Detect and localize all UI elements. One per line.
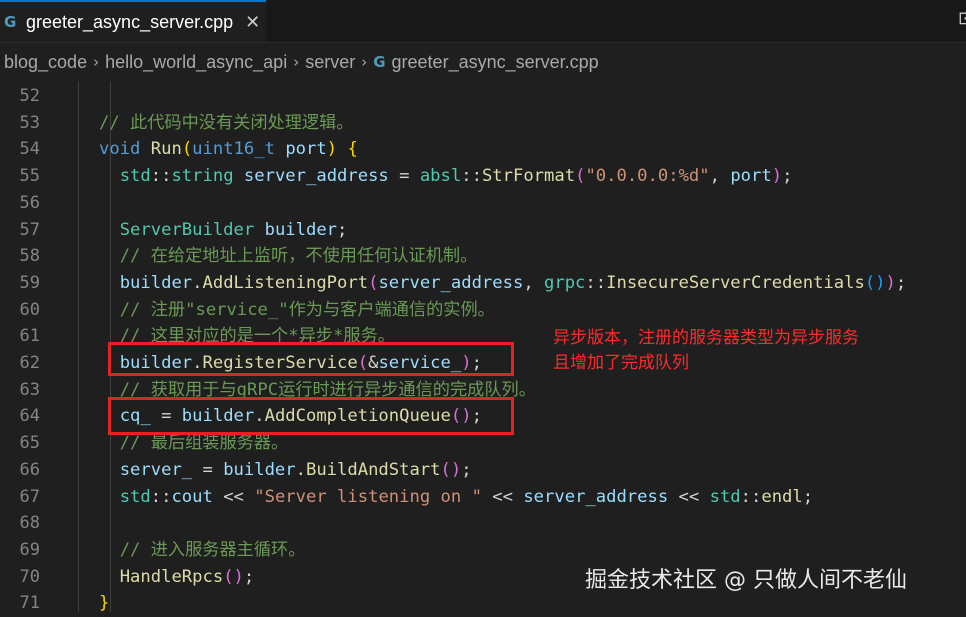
line-number: 55 [19,166,40,187]
line-number: 61 [19,326,40,347]
chevron-right-icon: › [361,53,368,71]
code-text: std::string server_address = absl::StrFo… [119,166,793,187]
tab-title: greeter_async_server.cpp [26,11,234,32]
code-line[interactable]: 71} [0,590,966,617]
code-line[interactable]: 69 // 进入服务器主循环。 [0,537,966,564]
code-text: server_ = builder.BuildAndStart(); [119,459,472,480]
line-number: 59 [19,272,40,293]
annotation-line: 异步版本，注册的服务器类型为异步服务 [553,328,859,348]
cpp-file-icon: G [373,53,386,71]
code-text: // 在给定地址上监听，不使用任何认证机制。 [119,246,478,267]
breadcrumb-item[interactable]: server [305,52,355,73]
code-line[interactable]: 58 // 在给定地址上监听，不使用任何认证机制。 [0,243,966,270]
line-number: 67 [19,486,40,507]
annotation-note: 异步版本，注册的服务器类型为异步服务 且增加了完成队列 [553,326,859,376]
chevron-right-icon: › [93,53,100,71]
breadcrumb-item[interactable]: greeter_async_server.cpp [392,52,599,73]
code-line[interactable]: 57 ServerBuilder builder; [0,217,966,244]
highlight-box-register-service [108,342,514,376]
line-number: 66 [19,459,40,480]
code-line[interactable]: 68 [0,510,966,537]
code-text: // 进入服务器主循环。 [119,539,306,560]
breadcrumb-item[interactable]: blog_code [4,52,87,73]
line-number: 71 [19,593,40,614]
chevron-right-icon: › [293,53,300,71]
tab-bar: G greeter_async_server.cpp ✕ ⊡ [0,0,966,43]
code-line[interactable]: 53 // 此代码中没有关闭处理逻辑。 [0,110,966,137]
line-number: 64 [19,406,40,427]
code-text: builder.AddListeningPort(server_address,… [119,272,907,293]
code-line[interactable]: 59 builder.AddListeningPort(server_addre… [0,270,966,297]
code-text: // 注册"service_"作为与客户端通信的实例。 [119,299,495,320]
code-text: } [99,593,110,614]
code-line[interactable]: 56 [0,190,966,217]
line-number: 70 [19,566,40,587]
line-number: 52 [19,86,40,106]
close-icon[interactable]: ✕ [245,12,260,33]
line-number: 69 [19,539,40,560]
annotation-line: 且增加了完成队列 [553,353,689,373]
line-number: 63 [19,379,40,400]
code-text: ServerBuilder builder; [119,219,348,240]
code-line[interactable]: 54 void Run(uint16_t port) { [0,136,966,163]
line-number: 57 [19,219,40,240]
line-number: 54 [19,139,40,160]
line-number: 58 [19,246,40,267]
code-line[interactable]: 60 // 注册"service_"作为与客户端通信的实例。 [0,297,966,324]
highlight-box-completion-queue [108,397,514,435]
code-line[interactable]: 52 [0,83,966,110]
breadcrumb-item[interactable]: hello_world_async_api [105,52,287,73]
line-number: 53 [19,112,40,133]
code-text: // 此代码中没有关闭处理逻辑。 [99,112,354,133]
code-line[interactable]: 55 std::string server_address = absl::St… [0,163,966,190]
code-text: HandleRpcs(); [119,566,255,587]
line-number: 62 [19,353,40,373]
code-text: void Run(uint16_t port) { [99,139,358,160]
code-text: std::cout << "Server listening on " << s… [119,486,814,507]
code-line[interactable]: 66 server_ = builder.BuildAndStart(); [0,457,966,484]
split-editor-icon[interactable]: ⊡ [958,8,966,30]
code-line[interactable]: 67 std::cout << "Server listening on " <… [0,484,966,511]
line-number: 56 [19,192,40,213]
watermark: 掘金技术社区 @ 只做人间不老仙 [585,568,907,593]
editor-tab[interactable]: G greeter_async_server.cpp ✕ [0,0,266,42]
line-number: 60 [19,299,40,320]
cpp-file-icon: G [4,13,17,31]
line-number: 68 [19,513,40,534]
line-number: 65 [19,433,40,454]
breadcrumb: blog_code › hello_world_async_api › serv… [0,43,966,81]
